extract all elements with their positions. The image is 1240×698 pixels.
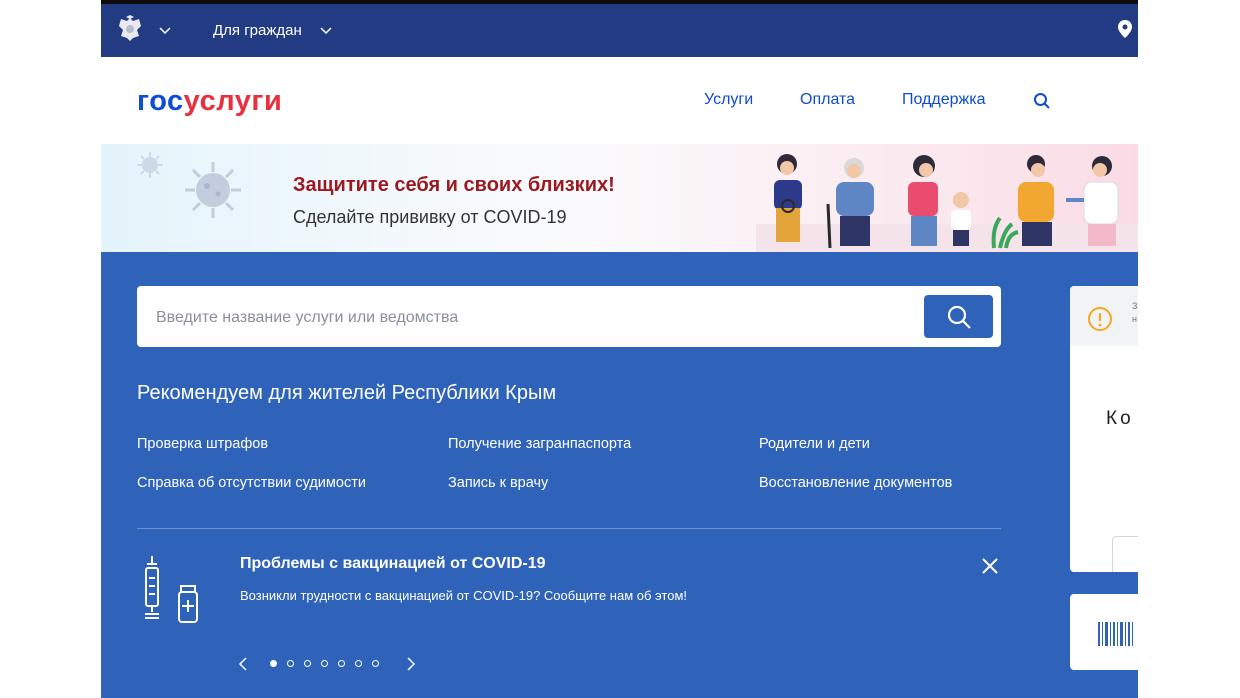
link-parents-children[interactable]: Родители и дети <box>759 436 870 452</box>
side-card-notice-text: З н <box>1132 300 1137 326</box>
banner-title: Защитите себя и своих близких! <box>293 174 615 196</box>
pager-dot-5[interactable] <box>338 660 345 667</box>
service-search-input[interactable] <box>154 286 918 349</box>
chevron-right-icon[interactable] <box>406 657 416 671</box>
pager-dot-7[interactable] <box>372 660 379 667</box>
link-fines-check[interactable]: Проверка штрафов <box>137 436 268 452</box>
link-doctor-appointment[interactable]: Запись к врачу <box>448 475 548 491</box>
syringe-vial-icon <box>145 556 198 623</box>
search-icon[interactable] <box>1033 92 1051 110</box>
pager-dot-3[interactable] <box>304 660 311 667</box>
link-criminal-record[interactable]: Справка об отсутствии судимости <box>137 475 366 491</box>
warning-icon <box>1088 307 1112 331</box>
notice-line-2: н <box>1132 314 1137 324</box>
region-chevron-down-icon[interactable] <box>159 24 171 38</box>
audience-selector[interactable]: Для граждан <box>213 22 302 39</box>
site-header: госуслуги Услуги Оплата Поддержка <box>101 57 1138 144</box>
logo-part-gos: гос <box>137 85 184 117</box>
pager-dot-4[interactable] <box>321 660 328 667</box>
virus-icon-small <box>137 152 163 178</box>
side-card-input[interactable] <box>1112 536 1138 572</box>
main-section: Рекомендуем для жителей Республики Крым … <box>101 252 1138 698</box>
logo-part-uslugi: услуги <box>183 85 283 117</box>
pager-dot-2[interactable] <box>287 660 294 667</box>
nav-payment[interactable]: Оплата <box>800 91 855 109</box>
nav-support[interactable]: Поддержка <box>902 91 985 109</box>
virus-icon-large <box>185 162 241 218</box>
top-bar: Для граждан <box>101 4 1138 57</box>
divider <box>137 528 1001 529</box>
page: Для граждан госуслуги Услуги Оплата Подд… <box>101 0 1138 698</box>
gosuslugi-logo[interactable]: госуслуги <box>137 85 282 118</box>
link-document-restore[interactable]: Восстановление документов <box>759 475 952 491</box>
coat-of-arms-icon[interactable] <box>115 14 145 44</box>
carousel-pager <box>238 654 428 674</box>
covid-banner[interactable]: Защитите себя и своих близких! Сделайте … <box>101 144 1138 252</box>
service-search-box <box>137 286 1001 349</box>
location-pin-icon[interactable] <box>1118 20 1132 38</box>
alert-title: Проблемы с вакцинацией от COVID-19 <box>240 555 546 572</box>
chevron-left-icon[interactable] <box>238 657 248 671</box>
link-passport[interactable]: Получение загранпаспорта <box>448 436 631 452</box>
vaccination-people-illustration <box>756 154 1138 252</box>
nav-services[interactable]: Услуги <box>704 91 753 109</box>
pager-dot-6[interactable] <box>355 660 362 667</box>
alert-text: Возникли трудности с вакцинацией от COVI… <box>240 588 687 603</box>
recommendations-title: Рекомендуем для жителей Республики Крым <box>137 382 557 404</box>
notice-line-1: З <box>1132 301 1138 311</box>
barcode-icon <box>1098 622 1133 646</box>
side-card-notice: З н <box>1070 286 1138 346</box>
search-submit-button[interactable] <box>924 295 993 338</box>
side-card-barcode[interactable] <box>1070 594 1138 670</box>
close-icon[interactable] <box>980 556 1000 576</box>
search-icon <box>947 305 971 329</box>
pager-dot-1[interactable] <box>270 660 277 667</box>
banner-subtitle: Сделайте прививку от COVID-19 <box>293 207 567 227</box>
side-card-heading: Ко <box>1106 408 1134 429</box>
side-card[interactable]: З н Ко <box>1070 286 1138 572</box>
audience-chevron-down-icon[interactable] <box>320 24 332 38</box>
